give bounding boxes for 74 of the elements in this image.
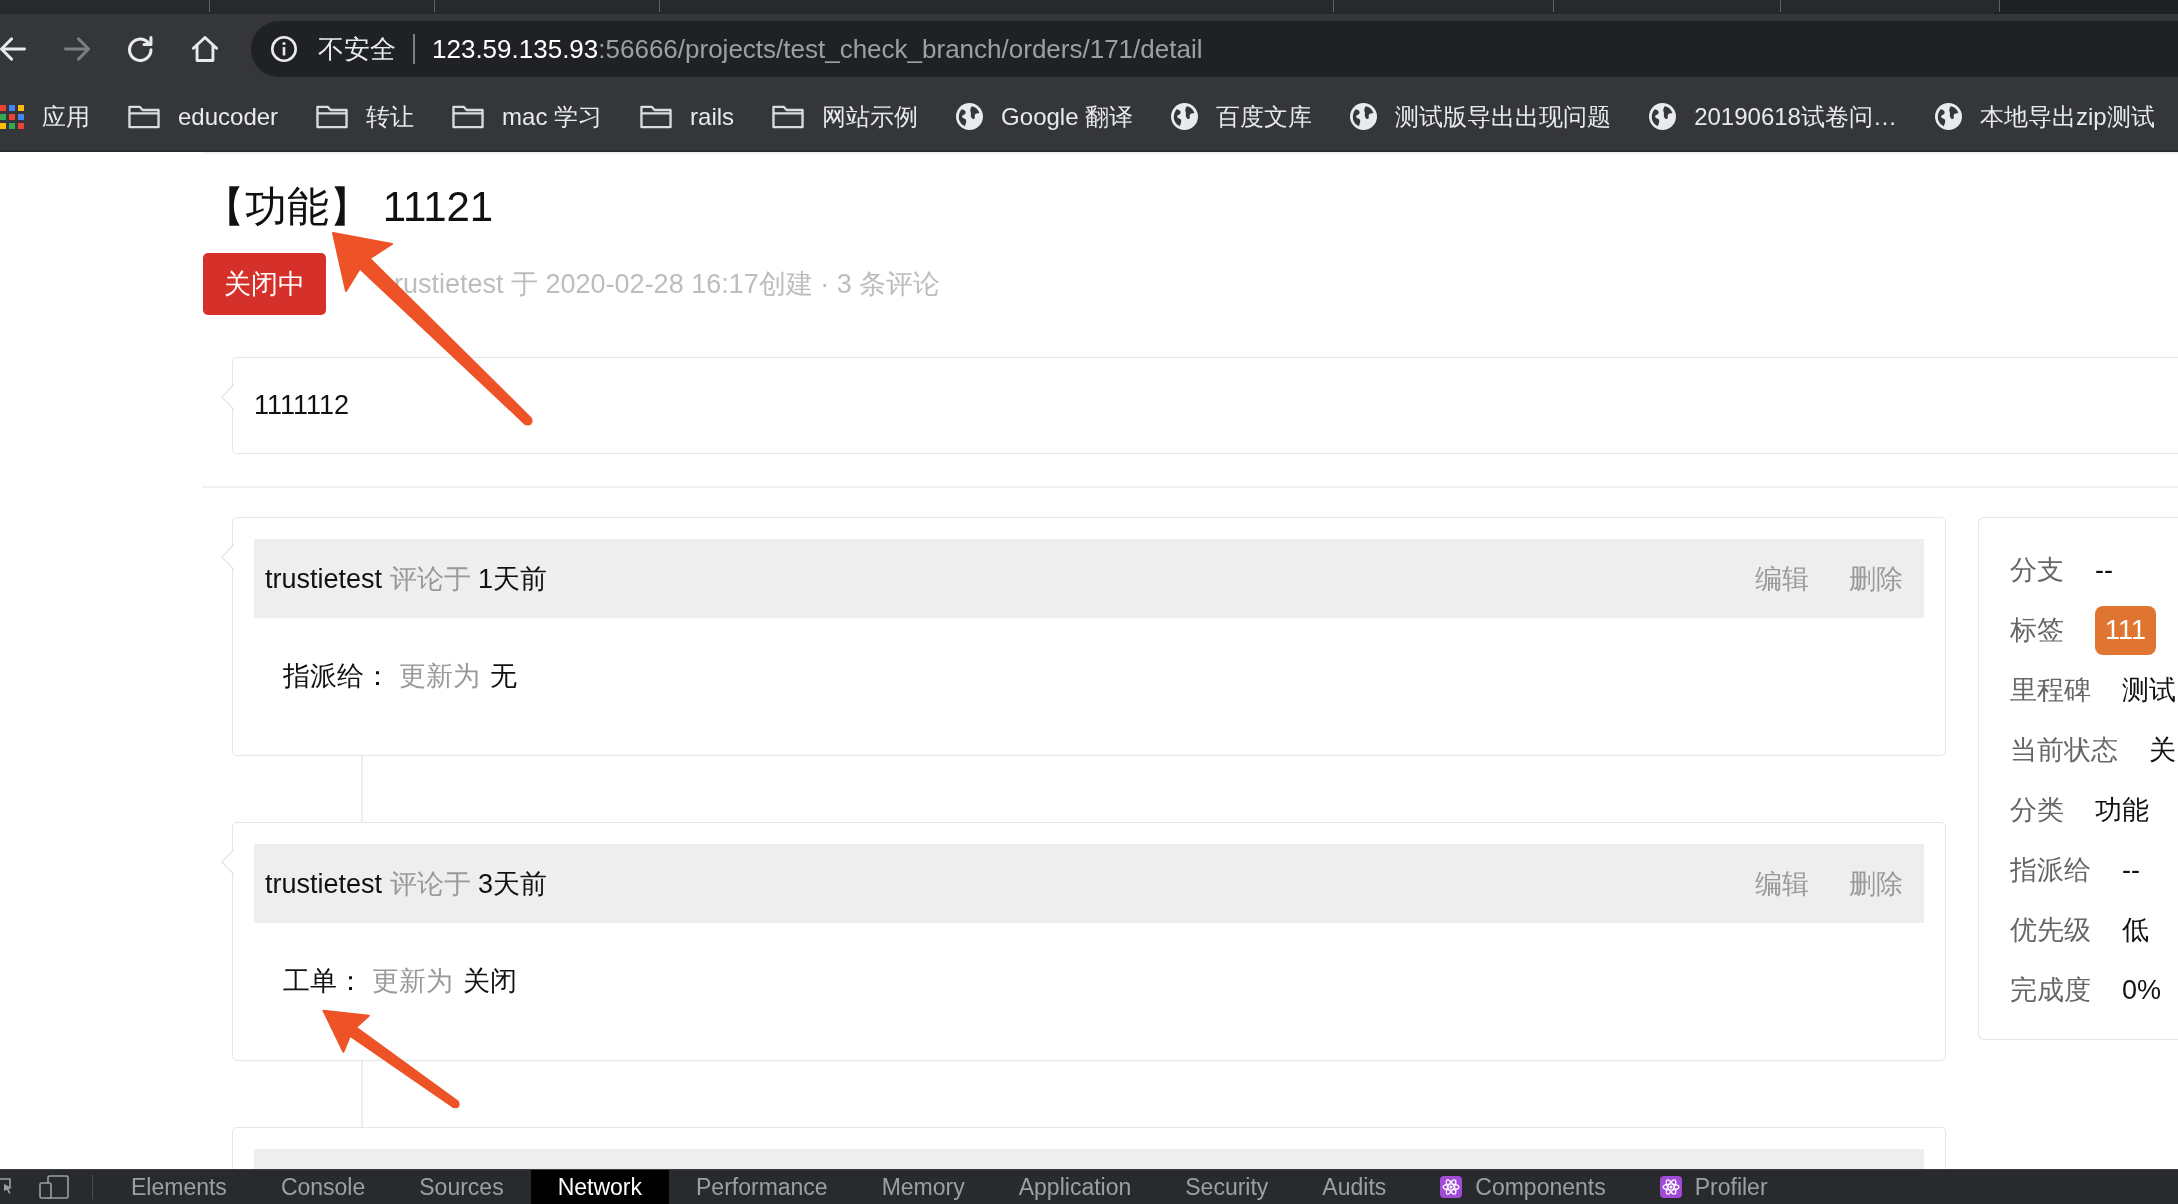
detail-value: 低 xyxy=(2122,914,2149,947)
detail-value: -- xyxy=(2095,554,2113,586)
devtools-tab[interactable]: Sources xyxy=(392,1170,531,1204)
inspect-button[interactable] xyxy=(0,1177,14,1197)
detail-label: 指派给 xyxy=(2010,854,2091,887)
globe-icon xyxy=(1649,103,1677,130)
detail-value: 0% xyxy=(2122,974,2162,1006)
change-summary-text: 指派给： 更新为 无 xyxy=(283,660,517,693)
info-icon xyxy=(271,35,297,62)
globe-icon xyxy=(1171,103,1199,130)
security-indicator[interactable]: 不安全 xyxy=(271,32,396,65)
order-meta-text: rustietest 于 2020-02-28 16:17创建 · 3 条评论 xyxy=(394,268,941,301)
bookmark-item[interactable]: mac 学习 xyxy=(452,101,603,132)
devtools-tab[interactable]: Network xyxy=(530,1170,669,1204)
bookmark-item[interactable]: 20190618试卷问… xyxy=(1649,101,1897,132)
atom-icon xyxy=(1659,1176,1682,1198)
detail-label: 分支 xyxy=(2010,554,2064,587)
bookmark-item[interactable]: 网站示例 xyxy=(772,101,919,132)
bookmark-item[interactable]: 应用 xyxy=(0,101,90,132)
atom-icon xyxy=(1440,1176,1463,1198)
status-tag: 关闭中 xyxy=(203,253,326,315)
devtools-tab[interactable]: Profiler xyxy=(1632,1170,1795,1204)
phone-tablet-icon xyxy=(39,1175,69,1199)
home-icon xyxy=(192,35,218,62)
change-summary-text: 工单： 更新为 关闭 xyxy=(283,965,517,998)
globe-icon xyxy=(1350,103,1378,130)
bookmark-item[interactable]: rails xyxy=(640,101,735,132)
apps-grid-icon xyxy=(0,104,24,129)
cursor-in-square-icon xyxy=(0,1177,14,1197)
devtools-tab[interactable]: Memory xyxy=(854,1170,992,1204)
detail-label: 标签 xyxy=(2010,614,2064,647)
globe-icon xyxy=(1934,103,1962,130)
folder-icon xyxy=(128,104,160,129)
folder-icon xyxy=(772,104,805,129)
reload-icon xyxy=(128,35,154,62)
devtools-tab[interactable]: Audits xyxy=(1295,1170,1414,1204)
folder-icon xyxy=(316,104,349,129)
address-bar[interactable]: 不安全 123.59.135.93:56666/projects/test_check_branch/orders/171/detail xyxy=(251,20,2178,77)
globe-icon xyxy=(956,103,984,130)
devtools-tab[interactable]: Application xyxy=(991,1170,1159,1204)
detail-label: 分类 xyxy=(2010,794,2064,827)
devtools-tab[interactable]: Performance xyxy=(669,1170,855,1204)
detail-label: 完成度 xyxy=(2010,974,2091,1007)
detail-label: 优先级 xyxy=(2010,914,2091,947)
arrow-right-icon xyxy=(64,35,90,62)
bookmark-item[interactable]: Google 翻译 xyxy=(956,101,1134,132)
tag-badge: 111 xyxy=(2095,605,2157,655)
comment-meta-text: trustietest 评论于 1天前 xyxy=(265,562,548,596)
home-button[interactable] xyxy=(192,35,218,62)
comment-meta-text: trustietest 评论于 3天前 xyxy=(265,867,548,901)
detail-label: 当前状态 xyxy=(2010,734,2118,767)
bookmark-item[interactable]: 转让 xyxy=(316,101,415,132)
arrow-left-icon xyxy=(0,35,26,62)
bookmark-item[interactable]: 百度文库 xyxy=(1171,101,1313,132)
back-button[interactable] xyxy=(0,35,26,62)
url-text[interactable]: 123.59.135.93:56666/projects/test_check_branch/orders/171/detail xyxy=(432,32,1203,65)
detail-label: 里程碑 xyxy=(2010,674,2091,707)
detail-value: -- xyxy=(2122,854,2140,886)
detail-value: 关 xyxy=(2149,734,2176,767)
devtools-tab[interactable]: Components xyxy=(1413,1170,1633,1204)
devtools-tab[interactable]: Security xyxy=(1158,1170,1296,1204)
devtools-tab[interactable]: Console xyxy=(253,1170,393,1204)
device-toolbar-button[interactable] xyxy=(39,1175,69,1199)
detail-value: 测试 xyxy=(2122,674,2176,707)
description-text: 1111112 xyxy=(254,390,350,421)
reload-button[interactable] xyxy=(128,35,154,62)
bookmark-item[interactable]: 本地导出zip测试 xyxy=(1934,101,2155,132)
bookmark-item[interactable]: 测试版导出出现问题 xyxy=(1350,101,1612,132)
devtools-tab[interactable]: Elements xyxy=(104,1170,254,1204)
folder-icon xyxy=(452,104,485,129)
bookmark-item[interactable]: educoder xyxy=(128,101,279,132)
detail-value: 功能 xyxy=(2095,794,2149,827)
folder-icon xyxy=(640,104,673,129)
order-title: 【功能】 11121 xyxy=(203,182,494,232)
